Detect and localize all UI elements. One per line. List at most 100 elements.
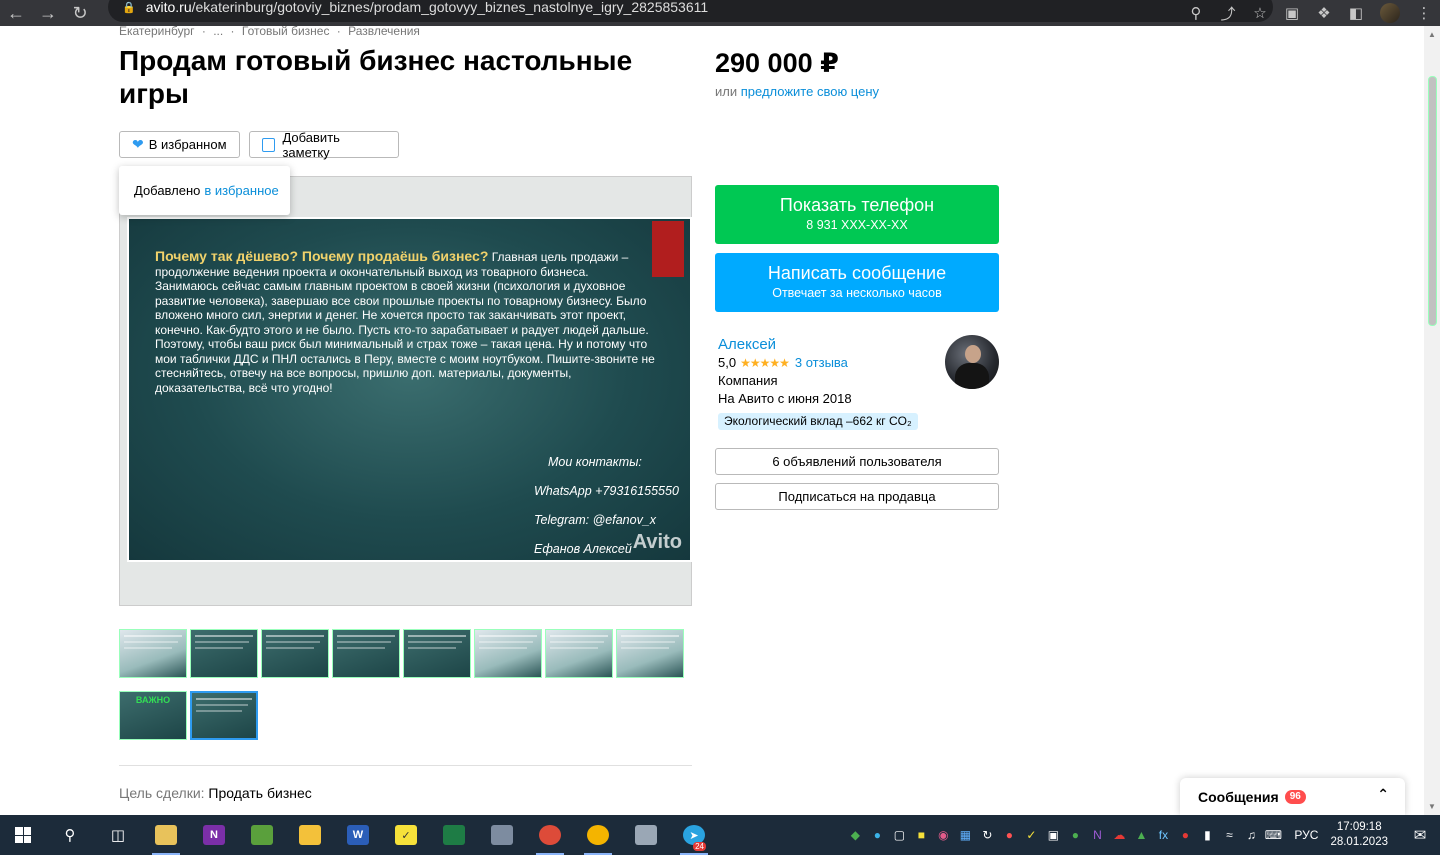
wifi-icon[interactable]: ≈ (1218, 828, 1240, 842)
chrome-icon-2[interactable] (574, 815, 622, 855)
profile-avatar[interactable] (1380, 3, 1400, 23)
tray-badge-icon[interactable]: ● (998, 828, 1020, 842)
tray-window-icon[interactable]: ▣ (1042, 828, 1064, 842)
thumbnail[interactable] (190, 629, 258, 678)
thumbnail[interactable] (119, 629, 187, 678)
keyboard-icon[interactable]: ⌨ (1262, 828, 1284, 842)
translate-icon[interactable]: ▣ (1276, 4, 1308, 22)
tray-snip-icon[interactable]: ▦ (954, 828, 976, 842)
extensions-icon[interactable]: ❖ (1308, 4, 1340, 22)
eco-badge[interactable]: Экологический вклад –662 кг CO₂ (718, 413, 918, 430)
breadcrumb-category[interactable]: Готовый бизнес (242, 24, 330, 38)
tray-red-icon[interactable]: ● (1174, 828, 1196, 842)
windows-icon (15, 827, 31, 843)
file-explorer-icon[interactable] (286, 815, 334, 855)
menu-kebab-icon[interactable]: ⋮ (1408, 4, 1440, 22)
seller-since: На Авито с июня 2018 (718, 391, 852, 406)
volume-icon[interactable]: ♫ (1240, 828, 1262, 842)
zoom-icon[interactable]: ⚲ (1180, 4, 1212, 22)
messages-count-badge: 96 (1284, 789, 1306, 804)
tray-globe-icon[interactable]: ● (1064, 828, 1086, 842)
app-icon[interactable] (478, 815, 526, 855)
scroll-up-icon[interactable]: ▲ (1428, 30, 1436, 39)
bookmark-star-icon[interactable]: ☆ (1244, 4, 1276, 22)
reload-icon[interactable]: ↻ (64, 0, 96, 26)
thumbnail[interactable] (403, 629, 471, 678)
share-icon[interactable]: ⤴ (1212, 3, 1244, 24)
clock[interactable]: 17:09:18 28.01.2023 (1330, 820, 1388, 850)
page-title: Продам готовый бизнес настольные игры (119, 45, 633, 109)
address-bar[interactable]: 🔒 avito.ru/ekaterinburg/gotoviy_biznes/p… (108, 0, 1273, 22)
thumbnail[interactable] (545, 629, 613, 678)
back-icon[interactable]: ← (0, 0, 32, 26)
seller-type: Компания (718, 373, 778, 388)
thumbnail[interactable] (332, 629, 400, 678)
chrome-icon[interactable] (526, 815, 574, 855)
breadcrumb-sep: · (230, 24, 235, 38)
deal-goal: Цель сделки: Продать бизнес (119, 785, 312, 801)
messages-widget[interactable]: Сообщения 96 ⌃ (1180, 778, 1405, 815)
sticky-notes-icon[interactable]: ✓ (382, 815, 430, 855)
start-button[interactable] (0, 815, 46, 855)
divider (119, 765, 692, 766)
tray-power-icon[interactable]: ▮ (1196, 828, 1218, 842)
tray-fx-icon[interactable]: fx (1152, 828, 1174, 842)
write-message-button[interactable]: Написать сообщение Отвечает за несколько… (715, 253, 999, 312)
tray-drive-icon[interactable]: ▲ (1130, 828, 1152, 842)
seller-name[interactable]: Алексей (718, 336, 776, 353)
rating-stars-icon: ★★★★★ (740, 355, 790, 370)
price-offer: или предложите свою цену (715, 84, 880, 99)
task-view-icon[interactable]: ◫ (94, 815, 142, 855)
tray-onenote-icon[interactable]: N (1086, 828, 1108, 842)
language-indicator[interactable]: РУС (1294, 828, 1318, 842)
chevron-up-icon[interactable]: ⌃ (1377, 786, 1389, 803)
page-scrollbar[interactable]: ▲ ▼ (1424, 26, 1440, 815)
heart-icon: ❤ (132, 136, 144, 152)
thumbnail-active[interactable] (190, 691, 258, 740)
tray-check-icon[interactable]: ✓ (1020, 828, 1042, 842)
calculator-icon[interactable] (622, 815, 670, 855)
thumbnail[interactable] (474, 629, 542, 678)
tray-sync-icon[interactable]: ↻ (976, 828, 998, 842)
telegram-icon[interactable]: ➤ 24 (670, 815, 718, 855)
price: 290 000 ₽ (715, 48, 839, 78)
favorites-link[interactable]: в избранное (204, 183, 278, 198)
tray-app-icon[interactable]: ◉ (932, 828, 954, 842)
tray-shield-icon[interactable]: ◆ (844, 828, 866, 842)
main-image[interactable]: Почему так дёшево? Почему продаёшь бизне… (127, 217, 692, 562)
note-icon (262, 137, 276, 152)
tray-edge-icon[interactable]: ● (866, 828, 888, 842)
sidepanel-icon[interactable]: ◧ (1340, 4, 1372, 22)
seller-ads-button[interactable]: 6 объявлений пользователя (715, 448, 999, 475)
thumbnail[interactable] (616, 629, 684, 678)
notifications-icon[interactable]: ✉ (1400, 826, 1440, 844)
thumbnail[interactable] (261, 629, 329, 678)
breadcrumb: Екатеринбург · ... · Готовый бизнес · Ра… (119, 24, 424, 38)
browser-toolbar: ← → ↻ 🔒 avito.ru/ekaterinburg/gotoviy_bi… (0, 0, 1440, 26)
show-phone-button[interactable]: Показать телефон 8 931 XXX-XX-XX (715, 185, 999, 244)
excel-icon[interactable] (430, 815, 478, 855)
forward-icon[interactable]: → (32, 0, 64, 26)
subscribe-button[interactable]: Подписаться на продавца (715, 483, 999, 510)
offer-price-link[interactable]: предложите свою цену (741, 84, 879, 99)
onenote-icon[interactable]: N (190, 815, 238, 855)
reviews-link[interactable]: 3 отзыва (795, 355, 848, 370)
word-icon[interactable]: W (334, 815, 382, 855)
breadcrumb-city[interactable]: Екатеринбург (119, 24, 195, 38)
thumbnail[interactable]: ВАЖНО (119, 691, 187, 740)
image-gallery[interactable]: Почему так дёшево? Почему продаёшь бизне… (119, 176, 692, 606)
add-note-button[interactable]: Добавить заметку (249, 130, 399, 160)
breadcrumb-ellipsis[interactable]: ... (213, 24, 223, 38)
notes-app-icon[interactable] (238, 815, 286, 855)
favorite-button[interactable]: ❤ В избранном (119, 131, 240, 158)
taskbar-files-app[interactable] (142, 815, 190, 855)
tray-cloud-icon[interactable]: ☁ (1108, 828, 1130, 842)
breadcrumb-subcategory[interactable]: Развлечения (348, 24, 420, 38)
windows-taskbar: ⚲ ◫ N W ✓ ➤ 24 ◆ ● ▢ ■ ◉ ▦ ↻ ● ✓ ▣ ● N ☁ … (0, 815, 1440, 855)
seller-avatar[interactable] (945, 335, 999, 389)
scroll-down-icon[interactable]: ▼ (1428, 802, 1436, 811)
scrollbar-thumb[interactable] (1428, 76, 1437, 326)
tray-notes-icon[interactable]: ■ (910, 828, 932, 842)
tray-file-icon[interactable]: ▢ (888, 828, 910, 842)
search-icon[interactable]: ⚲ (46, 815, 94, 855)
